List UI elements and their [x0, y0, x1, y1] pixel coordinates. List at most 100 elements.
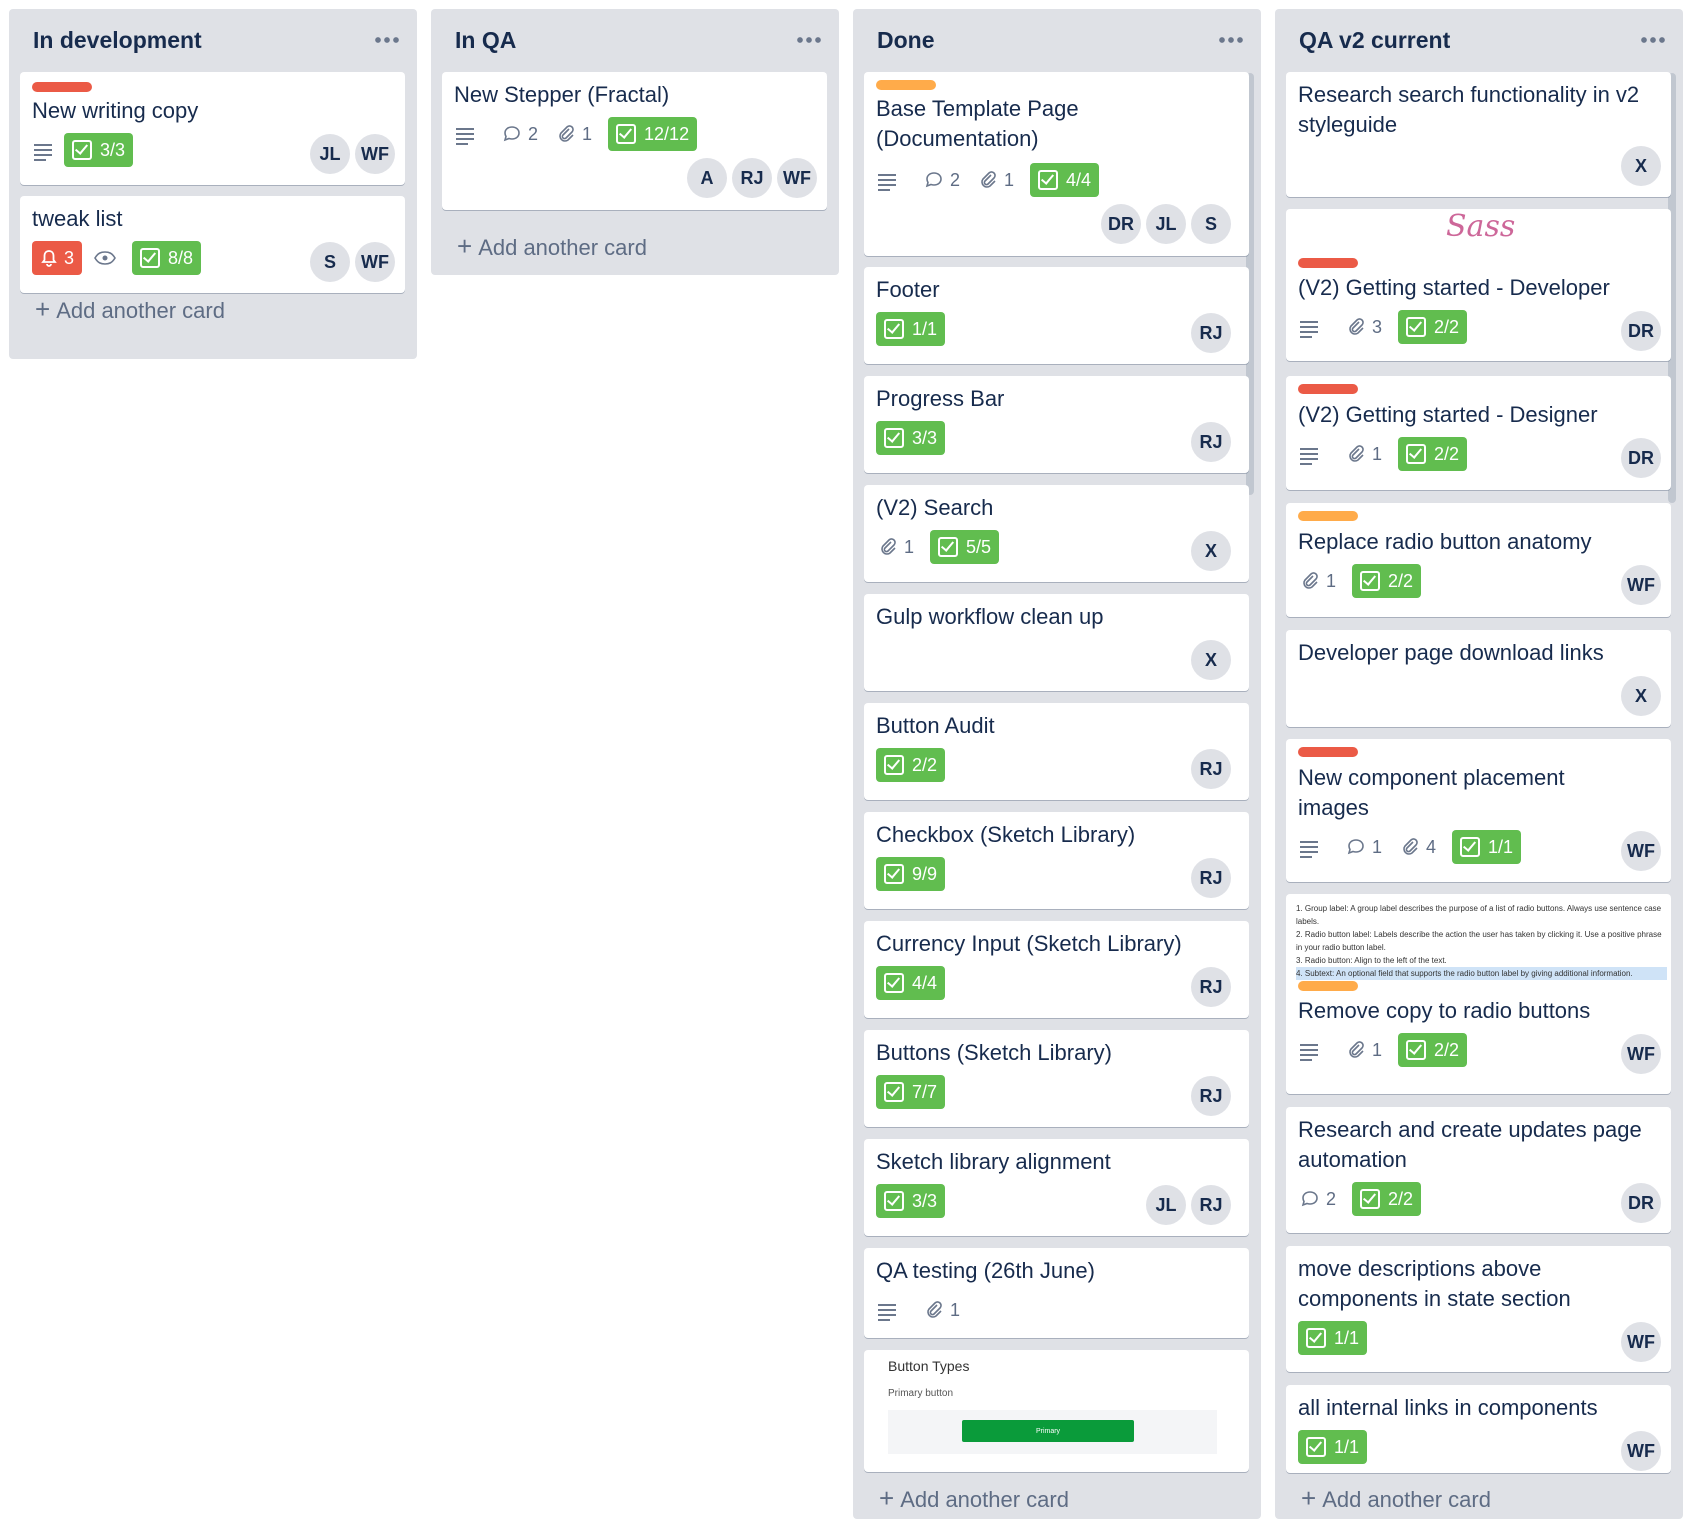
checkbox-icon [884, 319, 904, 339]
avatar[interactable]: WF [1621, 831, 1661, 871]
checkbox-icon [938, 537, 959, 557]
avatar[interactable]: WF [1621, 1431, 1661, 1471]
checkbox-icon [884, 973, 904, 993]
checklist-badge: 2/2 [876, 748, 946, 782]
avatar[interactable]: S [310, 242, 350, 282]
label-red[interactable] [32, 82, 92, 92]
card[interactable]: Base Template Page (Documentation) 2 1 4… [864, 72, 1249, 256]
card[interactable]: Replace radio button anatomy 1 2/2 WF [1286, 503, 1671, 617]
add-card-button[interactable]: + Add another card [1301, 1483, 1491, 1514]
checkbox-icon [1360, 571, 1381, 591]
card[interactable]: Research search functionality in v2 styl… [1286, 72, 1671, 197]
checkbox-icon [1306, 1437, 1326, 1457]
checklist-badge: 1/1 [1298, 1430, 1368, 1464]
avatar[interactable]: RJ [1191, 1185, 1231, 1225]
card[interactable]: Progress Bar 3/3 RJ [864, 376, 1249, 473]
card[interactable]: tweak list 3 8/8 S WF [20, 196, 405, 293]
card-badges: 4/4 [872, 965, 946, 1001]
card-title: Sketch library alignment [876, 1149, 1111, 1174]
card-title: Replace radio button anatomy [1298, 529, 1592, 554]
list-menu-icon[interactable] [1641, 37, 1667, 43]
avatar[interactable]: WF [1621, 1034, 1661, 1074]
avatar[interactable]: JL [310, 134, 350, 174]
card[interactable]: Sketch library alignment 3/3 JL RJ [864, 1139, 1249, 1236]
card[interactable]: Gulp workflow clean up X [864, 594, 1249, 691]
list-qa-v2-current: QA v2 current Research search functional… [1275, 9, 1683, 1519]
card-badges: 1 4 1/1 [1294, 829, 1522, 865]
card[interactable]: Footer 1/1 RJ [864, 267, 1249, 364]
avatar[interactable]: DR [1101, 204, 1141, 244]
card-members: WF [1616, 831, 1661, 871]
avatar[interactable]: RJ [1191, 1076, 1231, 1116]
card[interactable]: Sass (V2) Getting started - Developer 3 … [1286, 209, 1671, 361]
plus-icon: + [35, 294, 51, 324]
card[interactable]: QA testing (26th June) 1 [864, 1248, 1249, 1338]
add-card-button[interactable]: + Add another card [35, 294, 225, 325]
card[interactable]: move descriptions above components in st… [1286, 1246, 1671, 1372]
avatar[interactable]: DR [1621, 1183, 1661, 1223]
avatar[interactable]: DR [1621, 311, 1661, 351]
card[interactable]: Currency Input (Sketch Library) 4/4 RJ [864, 921, 1249, 1018]
comment-count: 1 [1372, 836, 1383, 857]
label-orange[interactable] [1298, 981, 1358, 991]
card-members: WF [1616, 1322, 1661, 1362]
list-title[interactable]: Done [877, 27, 935, 54]
card[interactable]: (V2) Search 1 5/5 X [864, 485, 1249, 582]
add-card-button[interactable]: + Add another card [457, 231, 647, 262]
list-menu-icon[interactable] [1219, 37, 1245, 43]
card-title: QA testing (26th June) [876, 1258, 1095, 1283]
avatar[interactable]: RJ [1191, 858, 1231, 898]
avatar[interactable]: A [687, 158, 727, 198]
avatar[interactable]: WF [777, 158, 817, 198]
avatar[interactable]: WF [1621, 565, 1661, 605]
list-in-qa: In QA New Stepper (Fractal) 2 1 12/12 A … [431, 9, 839, 275]
avatar[interactable]: WF [1621, 1322, 1661, 1362]
card[interactable]: Developer page download links X [1286, 630, 1671, 727]
list-menu-icon[interactable] [797, 37, 823, 43]
card-image-preview[interactable]: Button Types Primary button Primary [864, 1350, 1249, 1472]
avatar[interactable]: RJ [1191, 313, 1231, 353]
avatar[interactable]: JL [1146, 204, 1186, 244]
comment-icon [1347, 839, 1364, 855]
avatar[interactable]: S [1191, 204, 1231, 244]
comment-icon [1301, 1191, 1318, 1207]
card[interactable]: Checkbox (Sketch Library) 9/9 RJ [864, 812, 1249, 909]
card[interactable]: (V2) Getting started - Designer 1 2/2 DR [1286, 376, 1671, 490]
card-members: X [1616, 676, 1661, 716]
label-red[interactable] [1298, 747, 1358, 757]
label-orange[interactable] [1298, 511, 1358, 521]
card[interactable]: Research and create updates page automat… [1286, 1107, 1671, 1233]
list-title[interactable]: In development [33, 27, 202, 54]
card[interactable]: New component placement images 1 4 1/1 W… [1286, 739, 1671, 882]
avatar[interactable]: RJ [732, 158, 772, 198]
attachment-count: 3 [1372, 316, 1383, 337]
avatar[interactable]: RJ [1191, 749, 1231, 789]
avatar[interactable]: X [1191, 531, 1231, 571]
avatar[interactable]: JL [1146, 1185, 1186, 1225]
card[interactable]: Button Audit 2/2 RJ [864, 703, 1249, 800]
list-menu-icon[interactable] [375, 37, 401, 43]
card[interactable]: 1. Group label: A group label describes … [1286, 894, 1671, 1094]
avatar[interactable]: RJ [1191, 967, 1231, 1007]
card[interactable]: Buttons (Sketch Library) 7/7 RJ [864, 1030, 1249, 1127]
avatar[interactable]: WF [355, 134, 395, 174]
label-red[interactable] [1298, 384, 1358, 394]
avatar[interactable]: WF [355, 242, 395, 282]
card-badges: 1 2/2 [1294, 1032, 1468, 1068]
card-members: RJ [1186, 313, 1231, 353]
avatar[interactable]: DR [1621, 438, 1661, 478]
checklist-badge: 2/2 [1352, 564, 1422, 598]
list-title[interactable]: QA v2 current [1299, 27, 1450, 54]
list-title[interactable]: In QA [455, 27, 516, 54]
avatar[interactable]: X [1191, 640, 1231, 680]
attachment-icon [881, 538, 896, 555]
avatar[interactable]: X [1621, 146, 1661, 186]
label-red[interactable] [1298, 258, 1358, 268]
label-orange[interactable] [876, 80, 936, 90]
avatar[interactable]: X [1621, 676, 1661, 716]
card[interactable]: New Stepper (Fractal) 2 1 12/12 A RJ WF [442, 72, 827, 210]
add-card-button[interactable]: + Add another card [879, 1483, 1069, 1514]
card[interactable]: all internal links in components 1/1 WF [1286, 1385, 1671, 1473]
card[interactable]: New writing copy 3/3 JL WF [20, 72, 405, 185]
avatar[interactable]: RJ [1191, 422, 1231, 462]
